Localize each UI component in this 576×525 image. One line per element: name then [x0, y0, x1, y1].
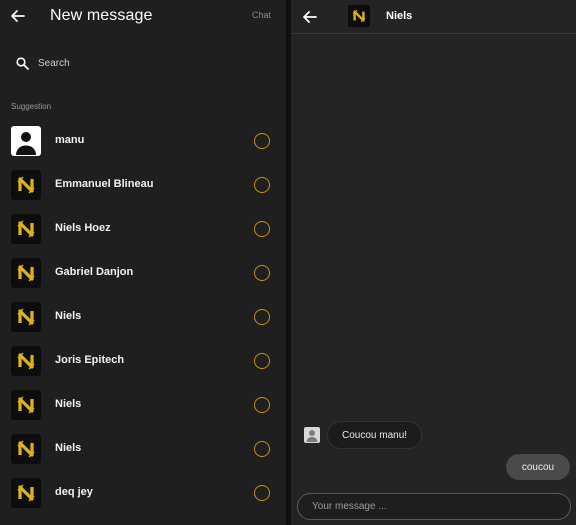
- search-bar[interactable]: [8, 50, 278, 76]
- conversation-panel: Niels Coucou manu! coucou: [291, 0, 576, 525]
- contact-name: Niels: [386, 10, 413, 22]
- contact-name: Niels: [55, 398, 82, 410]
- new-message-header: New message Chat: [0, 0, 286, 34]
- contact-name: deq jey: [55, 486, 93, 498]
- message-input[interactable]: [312, 501, 552, 512]
- page-title: New message: [50, 7, 153, 24]
- select-radio[interactable]: [254, 397, 270, 413]
- contact-avatar: [11, 302, 41, 332]
- suggestion-label: Suggestion: [11, 102, 52, 111]
- search-icon: [12, 53, 32, 73]
- contact-row[interactable]: Emmanuel Blineau: [0, 163, 286, 207]
- incoming-message: Coucou manu!: [327, 421, 423, 449]
- search-input[interactable]: [38, 57, 258, 69]
- contact-row[interactable]: Gabriel Danjon: [0, 251, 286, 295]
- contact-row[interactable]: deq jey: [0, 471, 286, 515]
- contact-avatar: [11, 390, 41, 420]
- contact-row[interactable]: Niels: [0, 383, 286, 427]
- contact-name: Emmanuel Blineau: [55, 178, 154, 190]
- contact-name: manu: [55, 134, 85, 146]
- select-radio[interactable]: [254, 265, 270, 281]
- select-radio[interactable]: [254, 353, 270, 369]
- contact-avatar: [11, 478, 41, 508]
- contact-avatar: [348, 5, 370, 27]
- select-radio[interactable]: [254, 177, 270, 193]
- select-radio[interactable]: [254, 309, 270, 325]
- select-radio[interactable]: [254, 133, 270, 149]
- select-radio[interactable]: [254, 485, 270, 501]
- contact-row[interactable]: Joris Epitech: [0, 339, 286, 383]
- contact-name: Gabriel Danjon: [55, 266, 134, 278]
- contact-name: Niels Hoez: [55, 222, 111, 234]
- contact-avatar: [11, 346, 41, 376]
- select-radio[interactable]: [254, 221, 270, 237]
- contact-avatar: [11, 170, 41, 200]
- contact-name: Joris Epitech: [55, 354, 125, 366]
- contact-name: Niels: [55, 310, 82, 322]
- default-user-icon: [11, 126, 41, 156]
- message-composer[interactable]: [297, 493, 571, 520]
- outgoing-message: coucou: [506, 454, 570, 480]
- contact-row[interactable]: Niels: [0, 295, 286, 339]
- select-radio[interactable]: [254, 441, 270, 457]
- contact-row[interactable]: manu: [0, 119, 286, 163]
- new-message-panel: New message Chat Suggestion manu Emmanuel…: [0, 0, 286, 525]
- contact-avatar: [11, 258, 41, 288]
- contact-avatar: [11, 214, 41, 244]
- contact-name: Niels: [55, 442, 82, 454]
- conversation-header: Niels: [291, 0, 576, 34]
- sender-avatar: [304, 427, 320, 443]
- contact-row[interactable]: Niels Hoez: [0, 207, 286, 251]
- back-arrow-icon[interactable]: [8, 5, 28, 27]
- chat-link[interactable]: Chat: [252, 10, 271, 20]
- contact-avatar: [11, 434, 41, 464]
- back-arrow-icon[interactable]: [303, 7, 319, 27]
- contact-row[interactable]: Niels: [0, 427, 286, 471]
